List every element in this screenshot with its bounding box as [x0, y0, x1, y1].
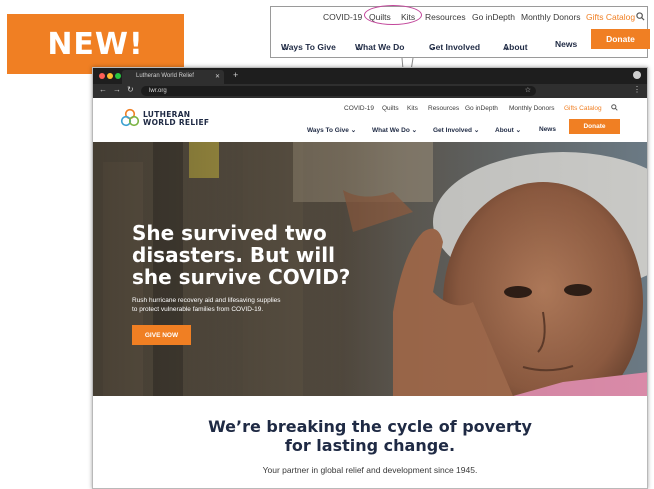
lwr-logo-icon[interactable]: [120, 108, 140, 128]
close-window-icon[interactable]: [99, 73, 105, 79]
give-now-button[interactable]: GIVE NOW: [132, 325, 191, 345]
close-tab-icon[interactable]: ✕: [215, 73, 220, 80]
browser-menu-icon[interactable]: ⋮: [633, 85, 641, 94]
headline-line: she survive COVID?: [132, 265, 351, 289]
logo-line-2: WORLD RELIEF: [143, 118, 210, 127]
site-header: LUTHERAN WORLD RELIEF COVID-19 Quilts Ki…: [93, 98, 647, 142]
utility-link-kits[interactable]: Kits: [407, 105, 418, 112]
chevron-down-icon: ⌄: [515, 127, 522, 134]
nav-label: Get Involved: [433, 127, 473, 134]
lwr-logo-text[interactable]: LUTHERAN WORLD RELIEF: [143, 111, 209, 127]
chevron-down-icon: ⌄: [350, 127, 357, 134]
tagline-line: for lasting change.: [284, 436, 456, 455]
donate-button[interactable]: Donate: [569, 119, 620, 134]
address-bar[interactable]: lwr.org ☆: [141, 86, 536, 96]
nav-label: Ways To Give: [307, 127, 349, 134]
callout-search-icon[interactable]: [636, 12, 645, 23]
browser-window: Lutheran World Relief ✕ + ← → ↻ lwr.org …: [92, 67, 648, 489]
utility-link-gifts-catalog[interactable]: Gifts Catalog: [564, 105, 602, 112]
nav-ways-to-give[interactable]: Ways To Give ⌄: [307, 126, 356, 134]
nav-news[interactable]: News: [539, 126, 556, 133]
callout-nav-news[interactable]: News: [555, 39, 577, 49]
address-url: lwr.org: [149, 88, 167, 94]
browser-titlebar: Lutheran World Relief ✕ +: [93, 68, 647, 84]
callout-link-resources[interactable]: Resources: [425, 12, 466, 22]
subtext-line: Rush hurricane recovery aid and lifesavi…: [132, 297, 281, 304]
callout-link-gifts-catalog[interactable]: Gifts Catalog: [586, 12, 635, 22]
new-badge: NEW!: [7, 14, 184, 74]
partner-text: Your partner in global relief and develo…: [262, 465, 478, 475]
search-icon[interactable]: [611, 104, 618, 113]
chevron-down-icon: ⌄: [355, 42, 363, 52]
hero-headline: She survived two disasters. But will she…: [132, 222, 372, 288]
tab-title: Lutheran World Relief: [136, 73, 194, 79]
utility-link-covid[interactable]: COVID-19: [344, 105, 374, 112]
new-tab-icon[interactable]: +: [233, 70, 238, 80]
nav-about[interactable]: About ⌄: [495, 126, 521, 134]
chevron-down-icon: ⌄: [281, 42, 289, 52]
utility-link-monthly-donors[interactable]: Monthly Donors: [509, 105, 555, 112]
callout-nav-label: What We Do: [355, 42, 405, 52]
callout-nav-label: Ways To Give: [281, 42, 336, 52]
minimize-window-icon[interactable]: [107, 73, 113, 79]
highlight-circle: [364, 5, 422, 25]
utility-link-quilts[interactable]: Quilts: [382, 105, 399, 112]
nav-what-we-do[interactable]: What We Do ⌄: [372, 126, 417, 134]
screenshot-stage: NEW! COVID-19 Quilts Kits Resources Go i…: [0, 0, 654, 489]
callout-donate-button[interactable]: Donate: [591, 29, 650, 49]
nav-get-involved[interactable]: Get Involved ⌄: [433, 126, 479, 134]
hero-subtext: Rush hurricane recovery aid and lifesavi…: [132, 296, 372, 314]
callout-nav-label: Get Involved: [429, 42, 481, 52]
subtext-line: to protect vulnerable families from COVI…: [132, 306, 264, 313]
reload-icon[interactable]: ↻: [127, 85, 134, 94]
headline-line: disasters. But will: [132, 243, 335, 267]
forward-icon[interactable]: →: [113, 85, 121, 94]
zoom-callout: COVID-19 Quilts Kits Resources Go inDept…: [270, 5, 650, 58]
chevron-down-icon: ⌄: [429, 42, 437, 52]
browser-tab[interactable]: Lutheran World Relief ✕: [122, 70, 224, 84]
callout-link-covid[interactable]: COVID-19: [323, 12, 362, 22]
maximize-window-icon[interactable]: [115, 73, 121, 79]
callout-link-monthly-donors[interactable]: Monthly Donors: [521, 12, 581, 22]
back-icon[interactable]: ←: [99, 85, 107, 94]
chevron-down-icon: ⌄: [473, 127, 480, 134]
hero-text: She survived two disasters. But will she…: [132, 222, 372, 314]
chevron-down-icon: ⌄: [503, 42, 511, 52]
callout-utility-nav: COVID-19 Quilts Kits Resources Go inDept…: [271, 12, 647, 28]
nav-label: About: [495, 127, 514, 134]
chevron-down-icon: ⌄: [411, 127, 418, 134]
tagline-heading: We’re breaking the cycle of poverty for …: [93, 417, 647, 455]
browser-toolbar: ← → ↻ lwr.org ☆ ⋮: [93, 84, 647, 98]
star-icon[interactable]: ☆: [525, 86, 531, 94]
headline-line: She survived two: [132, 221, 327, 245]
tagline-line: We’re breaking the cycle of poverty: [208, 417, 532, 436]
utility-link-resources[interactable]: Resources: [428, 105, 459, 112]
callout-link-go-indepth[interactable]: Go inDepth: [472, 12, 515, 22]
nav-label: What We Do: [372, 127, 410, 134]
utility-link-go-indepth[interactable]: Go inDepth: [465, 105, 498, 112]
window-menu-icon[interactable]: [633, 71, 641, 79]
hero-banner: She survived two disasters. But will she…: [93, 142, 647, 396]
